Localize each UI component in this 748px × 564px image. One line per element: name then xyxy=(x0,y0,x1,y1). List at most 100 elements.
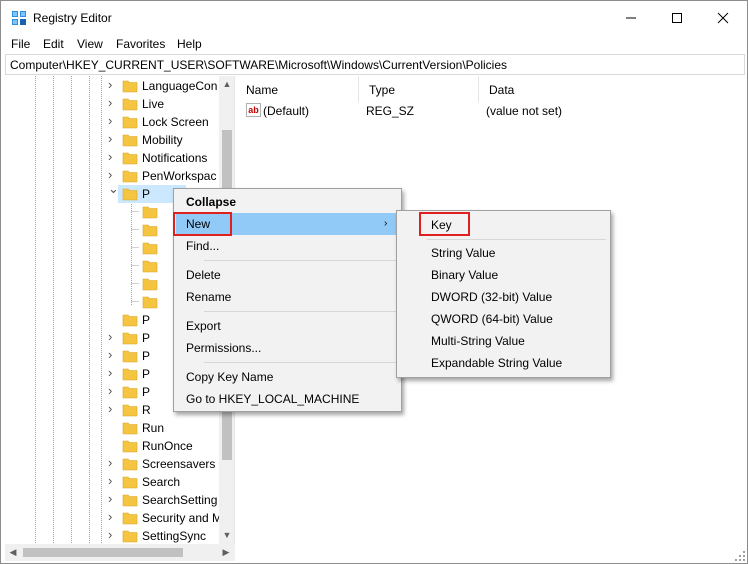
tree-item[interactable]: › Live xyxy=(5,95,234,113)
menu-item-permissions[interactable]: Permissions... xyxy=(176,337,399,359)
folder-icon xyxy=(122,350,138,363)
column-header-name[interactable]: Name xyxy=(236,76,359,102)
tree-item[interactable]: › Screensavers xyxy=(5,455,234,473)
scroll-right-icon[interactable]: ▶ xyxy=(221,547,231,557)
tree-item-label: Screensavers xyxy=(142,457,216,471)
scroll-left-icon[interactable]: ◀ xyxy=(8,547,18,557)
folder-icon xyxy=(122,386,138,399)
tree-horizontal-scrollbar[interactable]: ◀ ▶ xyxy=(5,544,235,561)
tree-item[interactable]: › PenWorkspac xyxy=(5,167,234,185)
minimize-icon xyxy=(626,17,636,19)
tree-item[interactable]: › LanguageCon xyxy=(5,77,234,95)
tree-item[interactable]: Run xyxy=(5,419,234,437)
folder-icon xyxy=(122,458,138,471)
annotation-highlight-new xyxy=(173,212,232,236)
maximize-button[interactable] xyxy=(654,1,700,35)
submenu-item-multi-string-value[interactable]: Multi-String Value xyxy=(399,330,608,352)
chevron-right-icon[interactable]: › xyxy=(108,384,118,398)
menu-item-goto-hklm-label: Go to HKEY_LOCAL_MACHINE xyxy=(186,392,360,406)
chevron-right-icon[interactable]: › xyxy=(108,168,118,182)
submenu-item-qword-value[interactable]: QWORD (64-bit) Value xyxy=(399,308,608,330)
chevron-right-icon[interactable]: › xyxy=(108,78,118,92)
scroll-down-icon[interactable]: ▼ xyxy=(222,530,232,540)
menu-item-rename[interactable]: Rename xyxy=(176,286,399,308)
chevron-down-icon[interactable]: ⌄ xyxy=(108,182,119,196)
tree-item-label: R xyxy=(142,403,151,417)
window-title: Registry Editor xyxy=(33,11,112,25)
close-button[interactable] xyxy=(700,1,746,35)
tree-item-label: P xyxy=(142,331,151,345)
menu-item-find-label: Find... xyxy=(186,239,220,253)
tree-item[interactable]: › Security and M xyxy=(5,509,234,527)
menu-edit[interactable]: Edit xyxy=(43,37,64,51)
chevron-right-icon[interactable]: › xyxy=(108,132,118,146)
folder-icon xyxy=(142,224,158,237)
scroll-up-icon[interactable]: ▲ xyxy=(222,79,232,89)
submenu-item-string-value[interactable]: String Value xyxy=(399,242,608,264)
tree-item[interactable]: › SettingSync xyxy=(5,527,234,544)
tree-item[interactable]: › Search xyxy=(5,473,234,491)
menu-item-goto-hklm[interactable]: Go to HKEY_LOCAL_MACHINE xyxy=(176,388,399,410)
menu-view[interactable]: View xyxy=(77,37,103,51)
menu-favorites[interactable]: Favorites xyxy=(116,37,165,51)
menu-item-find[interactable]: Find... xyxy=(176,235,399,257)
tree-item[interactable]: › SearchSetting xyxy=(5,491,234,509)
chevron-right-icon[interactable]: › xyxy=(108,402,118,416)
tree-h-scroll-thumb[interactable] xyxy=(23,548,183,557)
submenu-item-binary-value[interactable]: Binary Value xyxy=(399,264,608,286)
address-path[interactable]: Computer\HKEY_CURRENT_USER\SOFTWARE\Micr… xyxy=(10,58,507,72)
title-bar: Registry Editor xyxy=(1,1,747,35)
menu-item-export[interactable]: Export xyxy=(176,315,399,337)
chevron-right-icon[interactable]: › xyxy=(108,366,118,380)
tree-item[interactable]: › Lock Screen xyxy=(5,113,234,131)
tree-item[interactable]: › Mobility xyxy=(5,131,234,149)
folder-icon xyxy=(122,116,138,129)
chevron-right-icon[interactable]: › xyxy=(108,456,118,470)
submenu-item-dword-value[interactable]: DWORD (32-bit) Value xyxy=(399,286,608,308)
tree-item-label: Lock Screen xyxy=(142,115,209,129)
chevron-right-icon[interactable]: › xyxy=(108,348,118,362)
column-header-type[interactable]: Type xyxy=(359,76,479,102)
chevron-right-icon[interactable]: › xyxy=(108,510,118,524)
menu-help[interactable]: Help xyxy=(177,37,202,51)
menu-file[interactable]: File xyxy=(11,37,30,51)
tree-item-label: Notifications xyxy=(142,151,208,165)
tree-item-label: Mobility xyxy=(142,133,183,147)
folder-icon xyxy=(122,98,138,111)
folder-icon xyxy=(122,152,138,165)
submenu-item-string-value-label: String Value xyxy=(431,246,496,260)
chevron-right-icon[interactable]: › xyxy=(108,330,118,344)
tree-item[interactable]: › Notifications xyxy=(5,149,234,167)
chevron-right-icon[interactable]: › xyxy=(108,150,118,164)
chevron-right-icon[interactable]: › xyxy=(108,96,118,110)
submenu-item-qword-value-label: QWORD (64-bit) Value xyxy=(431,312,553,326)
menu-item-copy-key-name[interactable]: Copy Key Name xyxy=(176,366,399,388)
folder-icon xyxy=(122,422,138,435)
folder-icon xyxy=(142,206,158,219)
tree-item-label: Security and M xyxy=(142,511,223,525)
tree-item-label: P xyxy=(142,313,151,327)
chevron-right-icon[interactable]: › xyxy=(108,528,118,542)
value-type: REG_SZ xyxy=(366,104,415,118)
chevron-right-icon[interactable]: › xyxy=(108,114,118,128)
folder-icon xyxy=(122,170,138,183)
submenu-item-binary-value-label: Binary Value xyxy=(431,268,499,282)
menu-item-delete[interactable]: Delete xyxy=(176,264,399,286)
address-bar[interactable]: Computer\HKEY_CURRENT_USER\SOFTWARE\Micr… xyxy=(5,54,745,75)
tree-item[interactable]: RunOnce xyxy=(5,437,234,455)
column-header-data[interactable]: Data xyxy=(479,76,747,102)
chevron-right-icon[interactable]: › xyxy=(108,474,118,488)
menu-item-collapse[interactable]: Collapse xyxy=(176,191,399,213)
submenu-item-multi-string-value-label: Multi-String Value xyxy=(431,334,525,348)
value-row[interactable]: ab (Default) REG_SZ (value not set) xyxy=(236,102,747,120)
value-data: (value not set) xyxy=(486,104,563,118)
maximize-icon xyxy=(672,13,682,23)
resize-grip-icon[interactable] xyxy=(735,551,745,561)
chevron-right-icon[interactable]: › xyxy=(108,492,118,506)
menu-separator xyxy=(204,260,399,261)
submenu-item-expandable-string-value[interactable]: Expandable String Value xyxy=(399,352,608,374)
folder-icon xyxy=(142,296,158,309)
minimize-button[interactable] xyxy=(608,1,654,35)
tree-item-label: P xyxy=(142,367,151,381)
tree-item-label: RunOnce xyxy=(142,439,193,453)
